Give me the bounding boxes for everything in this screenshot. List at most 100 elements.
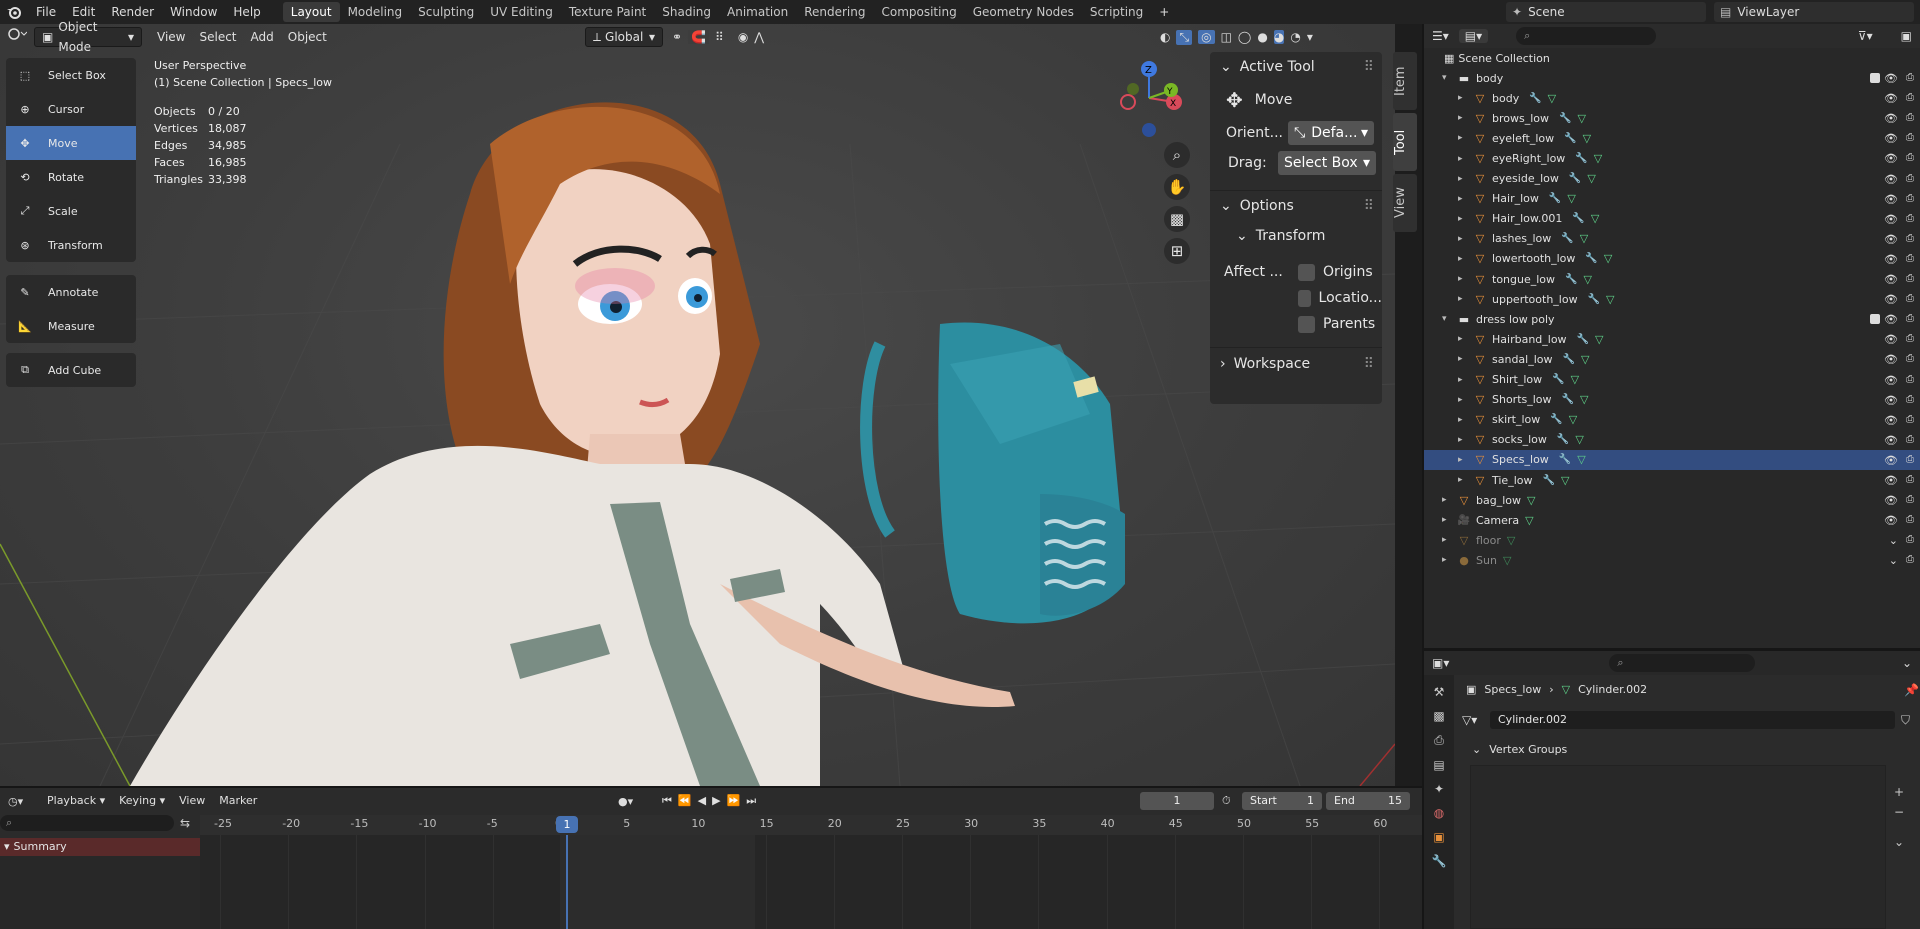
render-camera-icon[interactable]: ⎙ bbox=[1906, 72, 1914, 83]
viewport-menu-object[interactable]: Object bbox=[281, 27, 334, 47]
visibility-eye-icon[interactable]: 👁 bbox=[1884, 494, 1898, 507]
swap-icon[interactable]: ⇆ bbox=[180, 816, 190, 830]
expand-arrow-icon[interactable]: ▸ bbox=[1458, 455, 1472, 465]
object-tab-icon[interactable]: ▣ bbox=[1433, 830, 1444, 844]
display-mode-dropdown[interactable]: ▤▾ bbox=[1458, 29, 1489, 43]
expand-arrow-icon[interactable]: ▸ bbox=[1458, 475, 1472, 485]
next-keyframe-icon[interactable]: ⏩ bbox=[727, 794, 741, 808]
modifier-icon[interactable]: 🔧 bbox=[1529, 93, 1541, 104]
render-camera-icon[interactable]: ⎙ bbox=[1906, 353, 1914, 364]
outliner-item[interactable]: ▸ ▽ eyeleft_low 🔧 ▽ 👁 ⎙ bbox=[1424, 128, 1920, 148]
outliner-item[interactable]: ▸ ▽ eyeRight_low 🔧 ▽ 👁 ⎙ bbox=[1424, 148, 1920, 168]
expand-arrow-icon[interactable]: ▸ bbox=[1458, 294, 1472, 304]
drag-handle-icon[interactable]: ⠿ bbox=[1364, 198, 1374, 214]
modifier-icon[interactable]: 🔧 bbox=[1561, 233, 1573, 244]
viewport-menu-add[interactable]: Add bbox=[244, 27, 281, 47]
stopwatch-icon[interactable]: ⏱ bbox=[1222, 794, 1231, 808]
summary-channel[interactable]: ▾ Summary bbox=[0, 838, 200, 856]
play-icon[interactable]: ▶ bbox=[712, 794, 720, 808]
expand-arrow-icon[interactable]: ▸ bbox=[1458, 354, 1472, 364]
render-camera-icon[interactable]: ⎙ bbox=[1906, 434, 1914, 445]
mesh-data-name-field[interactable]: Cylinder.002 bbox=[1490, 711, 1895, 729]
perspective-toggle-icon[interactable]: ⊞ bbox=[1164, 238, 1190, 264]
render-camera-icon[interactable]: ⎙ bbox=[1906, 213, 1914, 224]
outliner-item[interactable]: ▸ ▽ sandal_low 🔧 ▽ 👁 ⎙ bbox=[1424, 349, 1920, 369]
active-tool-header[interactable]: ⌄ Active Tool ⠿ bbox=[1210, 52, 1382, 82]
proportional-icon[interactable]: ◉ bbox=[738, 30, 748, 44]
render-camera-icon[interactable]: ⎙ bbox=[1906, 394, 1914, 405]
render-camera-icon[interactable]: ⎙ bbox=[1906, 193, 1914, 204]
locations-checkbox[interactable] bbox=[1298, 289, 1311, 307]
visibility-eye-icon[interactable]: 👁 bbox=[1884, 514, 1898, 527]
mesh-data-icon[interactable]: ▽ bbox=[1575, 433, 1583, 446]
blender-logo-icon[interactable] bbox=[0, 0, 28, 24]
expand-arrow-icon[interactable]: ▸ bbox=[1458, 214, 1472, 224]
timeline-menu-playback[interactable]: Playback ▾ bbox=[40, 791, 112, 811]
outliner-item[interactable]: ▸ ▽ Hairband_low 🔧 ▽ 👁 ⎙ bbox=[1424, 329, 1920, 349]
outliner-item[interactable]: ▸ ▽ bag_low ▽ 👁 ⎙ bbox=[1424, 490, 1920, 510]
keyframe-dot-icon[interactable]: ●▾ bbox=[618, 795, 633, 808]
tool-transform[interactable]: ⊛ Transform bbox=[6, 228, 136, 262]
tab-shading[interactable]: Shading bbox=[654, 2, 719, 22]
vertex-groups-panel-header[interactable]: ⌄ Vertex Groups bbox=[1464, 739, 1914, 759]
mesh-data-icon[interactable]: ▽ bbox=[1507, 534, 1515, 547]
viewport-menu-view[interactable]: View bbox=[150, 27, 192, 47]
visibility-eye-icon[interactable]: 👁 bbox=[1884, 414, 1898, 427]
tab-scripting[interactable]: Scripting bbox=[1082, 2, 1151, 22]
tool-select-box[interactable]: ⬚ Select Box bbox=[6, 58, 136, 92]
visibility-eye-icon[interactable]: 👁 bbox=[1884, 173, 1898, 186]
area-divider[interactable] bbox=[0, 786, 1422, 788]
timeline-menu-marker[interactable]: Marker bbox=[212, 791, 264, 811]
exclude-checkbox[interactable] bbox=[1870, 73, 1880, 84]
scene-tab-icon[interactable]: ✦ bbox=[1434, 782, 1444, 796]
timeline-search-input[interactable]: ⌕ bbox=[0, 815, 174, 831]
render-camera-icon[interactable]: ⎙ bbox=[1906, 253, 1914, 264]
modifier-icon[interactable]: 🔧 bbox=[1585, 253, 1597, 264]
new-collection-icon[interactable]: ▣ bbox=[1901, 29, 1912, 43]
mesh-data-icon[interactable]: ▽ bbox=[1580, 232, 1588, 245]
expand-arrow-icon[interactable]: ▸ bbox=[1458, 174, 1472, 184]
drag-handle-icon[interactable]: ⠿ bbox=[1364, 59, 1374, 75]
render-camera-icon[interactable]: ⎙ bbox=[1906, 534, 1914, 545]
tab-tool[interactable]: Tool bbox=[1393, 113, 1417, 171]
editor-type-button[interactable]: ☰▾ bbox=[1432, 29, 1449, 43]
tab-sculpting[interactable]: Sculpting bbox=[410, 2, 482, 22]
mesh-data-icon[interactable]: ▽ bbox=[1594, 152, 1602, 165]
output-tab-icon[interactable]: ⎙ bbox=[1434, 733, 1444, 748]
visibility-eye-icon[interactable]: 👁 bbox=[1884, 273, 1898, 286]
outliner-item[interactable]: ▸ ▽ socks_low 🔧 ▽ 👁 ⎙ bbox=[1424, 430, 1920, 450]
mesh-data-icon[interactable]: ▽ bbox=[1583, 132, 1591, 145]
visibility-eye-icon[interactable]: 👁 bbox=[1884, 132, 1898, 145]
modifier-icon[interactable]: 🔧 bbox=[1557, 434, 1569, 445]
tab-rendering[interactable]: Rendering bbox=[796, 2, 873, 22]
expand-arrow-icon[interactable]: ▸ bbox=[1458, 93, 1472, 103]
pin-icon[interactable]: 📌 bbox=[1904, 683, 1919, 697]
tab-compositing[interactable]: Compositing bbox=[873, 2, 964, 22]
editor-type-button[interactable]: ◷▾ bbox=[8, 795, 40, 808]
navigation-gizmo[interactable]: Z Y X bbox=[1110, 58, 1186, 142]
mesh-data-icon[interactable]: ▽ bbox=[1587, 172, 1595, 185]
visibility-eye-icon[interactable]: 👁 bbox=[1884, 233, 1898, 246]
mesh-data-icon[interactable]: ▽ bbox=[1577, 453, 1585, 466]
timeline-ruler[interactable]: -25-20-15-10-50510152025303540455055601 bbox=[200, 815, 1422, 835]
drag-handle-icon[interactable]: ⠿ bbox=[1364, 356, 1374, 372]
modifier-icon[interactable]: 🔧 bbox=[1559, 113, 1571, 124]
current-frame-field[interactable]: 1 bbox=[1140, 792, 1214, 810]
expand-arrow-icon[interactable]: ▸ bbox=[1442, 495, 1456, 505]
editor-type-button[interactable]: ▣▾ bbox=[1432, 656, 1449, 670]
snap-icon[interactable]: 🧲 bbox=[688, 30, 710, 44]
falloff-icon[interactable]: ⋀ bbox=[754, 30, 764, 44]
mesh-data-icon[interactable]: ▽ bbox=[1606, 293, 1614, 306]
expand-arrow-icon[interactable]: ▸ bbox=[1458, 415, 1472, 425]
viewport-menu-select[interactable]: Select bbox=[192, 27, 243, 47]
outliner-item[interactable]: ▸ ▽ Tie_low 🔧 ▽ 👁 ⎙ bbox=[1424, 470, 1920, 490]
modifier-icon[interactable]: 🔧 bbox=[1564, 133, 1576, 144]
tool-add-cube[interactable]: ⧉ Add Cube bbox=[6, 353, 136, 387]
mesh-data-icon[interactable]: ▽ bbox=[1548, 92, 1556, 105]
area-divider[interactable] bbox=[1422, 24, 1424, 929]
mesh-data-icon[interactable]: ▽ bbox=[1525, 514, 1533, 527]
menu-window[interactable]: Window bbox=[162, 0, 225, 24]
menu-help[interactable]: Help bbox=[225, 0, 268, 24]
visibility-eye-icon[interactable]: 👁 bbox=[1884, 333, 1898, 346]
shading-wireframe-icon[interactable]: ◯ bbox=[1238, 30, 1251, 44]
